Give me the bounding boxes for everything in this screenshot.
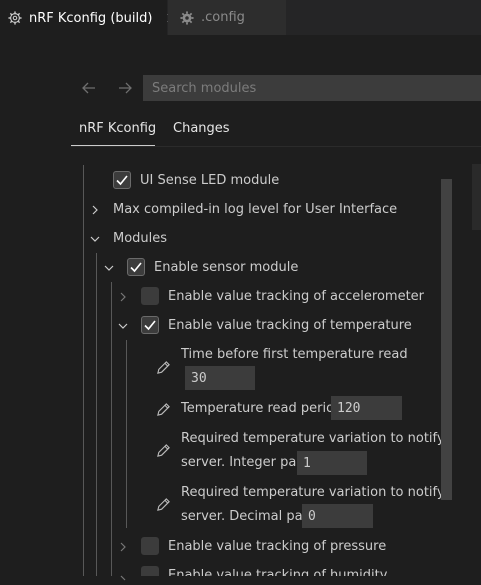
search-input[interactable]	[143, 75, 481, 101]
var-int-label-line1: Required temperature variation to notify	[181, 431, 445, 446]
indent-guide	[96, 253, 97, 576]
accelerometer-checkbox[interactable]	[141, 287, 159, 305]
time-first-read-input[interactable]	[185, 366, 255, 390]
indent-guide	[126, 340, 127, 528]
chevron-down-icon[interactable]	[118, 320, 128, 330]
scrollbar-thumb[interactable]	[441, 179, 452, 500]
pencil-icon	[156, 443, 171, 458]
editor-tab-bar: nRF Kconfig (build) .config	[0, 0, 481, 35]
indent-guide	[111, 282, 112, 576]
var-dec-label-line1: Required temperature variation to notify	[181, 485, 445, 500]
pressure-checkbox[interactable]	[141, 537, 159, 555]
back-arrow-icon[interactable]	[81, 80, 97, 96]
ui-sense-led-checkbox[interactable]	[113, 171, 131, 189]
tab-label: nRF Kconfig (build)	[29, 10, 153, 26]
indent-guide	[83, 165, 84, 576]
var-int-input[interactable]	[297, 451, 367, 475]
chevron-right-icon[interactable]	[90, 204, 100, 215]
tab-label: .config	[201, 10, 245, 25]
tab-nrf-kconfig-build[interactable]: nRF Kconfig (build)	[0, 0, 177, 35]
tab-config[interactable]: .config	[168, 0, 286, 35]
temperature-checkbox[interactable]	[141, 316, 159, 334]
gear-icon	[8, 11, 22, 25]
tab-changes[interactable]: Changes	[173, 121, 230, 136]
chevron-right-icon[interactable]	[118, 570, 128, 581]
tab-nrf-kconfig[interactable]: nRF Kconfig	[79, 121, 156, 136]
chevron-down-icon[interactable]	[90, 233, 100, 243]
enable-sensor-checkbox[interactable]	[127, 258, 145, 276]
pressure-label: Enable value tracking of pressure	[168, 539, 387, 554]
ui-sense-led-label: UI Sense LED module	[140, 173, 280, 188]
panel-divider	[71, 146, 481, 147]
humidity-checkbox[interactable]	[141, 566, 159, 576]
pencil-icon	[156, 497, 171, 512]
max-log-level-label[interactable]: Max compiled-in log level for User Inter…	[113, 202, 397, 217]
pencil-icon	[156, 360, 171, 375]
forward-arrow-icon[interactable]	[117, 80, 133, 96]
overview-ruler	[472, 164, 481, 230]
pencil-icon	[156, 402, 171, 417]
enable-sensor-label: Enable sensor module	[154, 260, 299, 275]
temperature-label: Enable value tracking of temperature	[168, 318, 412, 333]
chevron-down-icon[interactable]	[104, 262, 114, 272]
read-period-input[interactable]	[331, 396, 402, 420]
time-first-read-label: Time before first temperature read	[181, 347, 408, 362]
humidity-label: Enable value tracking of humidity	[168, 568, 388, 576]
chevron-right-icon[interactable]	[118, 541, 128, 552]
var-dec-label-line2: server. Decimal part	[181, 509, 314, 524]
var-int-label-line2: server. Integer part	[181, 455, 307, 470]
chevron-right-icon[interactable]	[118, 291, 128, 302]
read-period-label: Temperature read period	[181, 401, 343, 416]
var-dec-input[interactable]	[302, 504, 373, 528]
gear-icon	[180, 10, 194, 25]
modules-label[interactable]: Modules	[113, 231, 167, 246]
accelerometer-label: Enable value tracking of accelerometer	[168, 289, 425, 304]
